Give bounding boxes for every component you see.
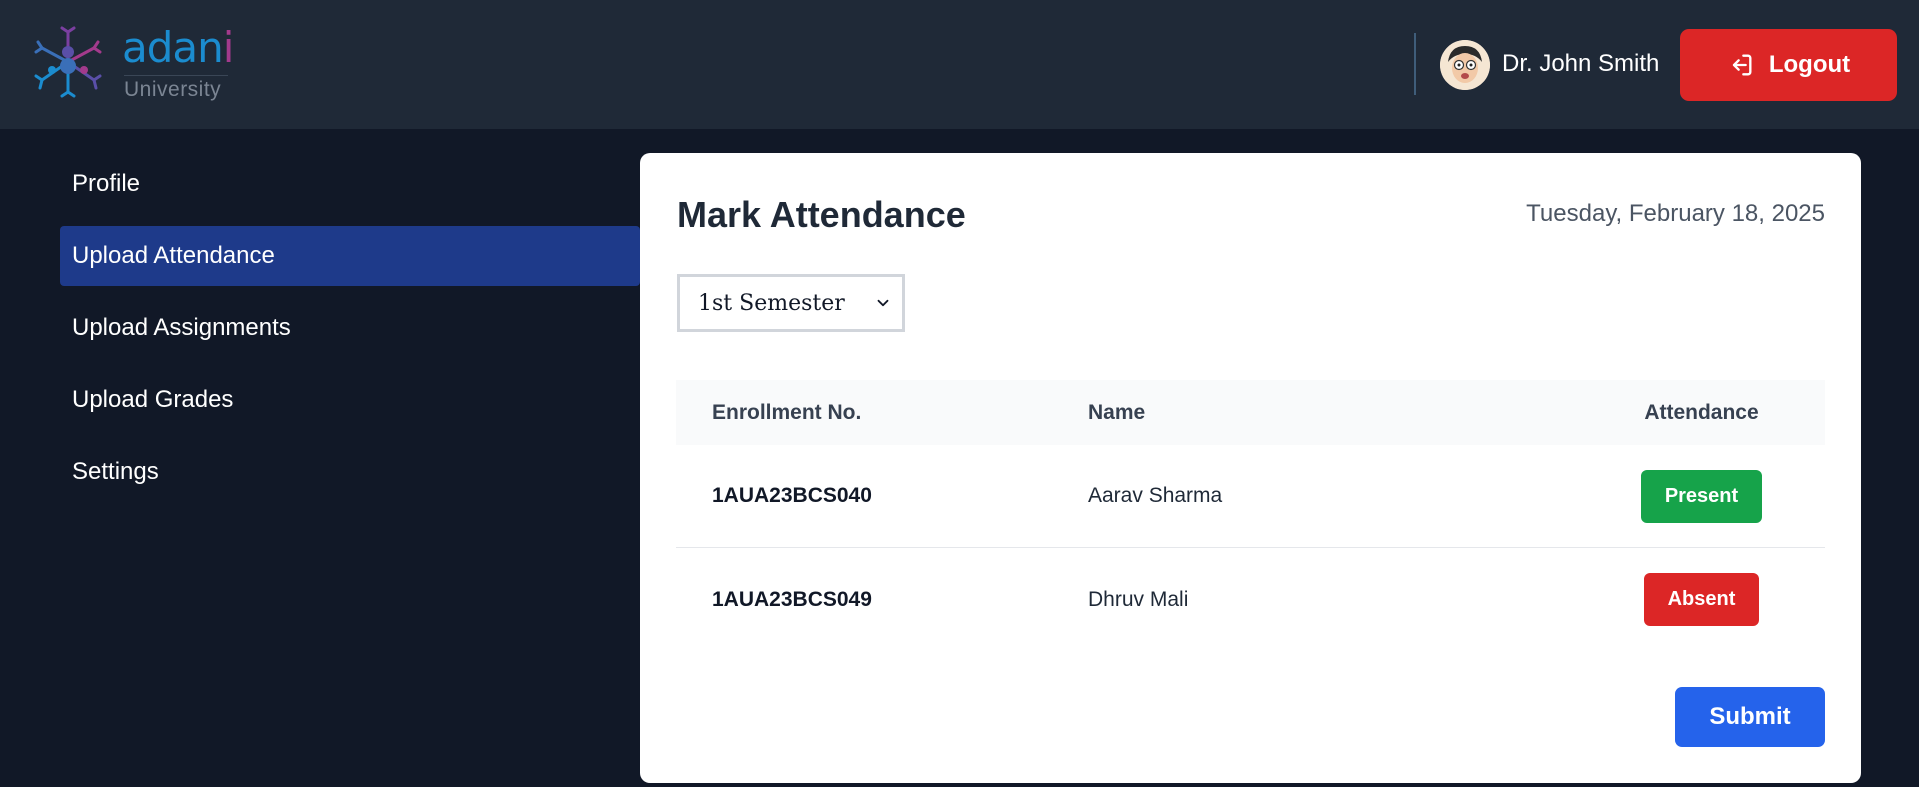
enrollment-cell: 1AUA23BCS049 <box>712 587 872 611</box>
logo-subtitle: University <box>124 78 222 101</box>
name-cell: Dhruv Mali <box>1088 587 1189 611</box>
chevron-down-icon <box>877 299 889 307</box>
submit-button[interactable]: Submit <box>1675 687 1825 747</box>
page-title: Mark Attendance <box>677 194 966 235</box>
attendance-cell: Absent <box>1578 573 1825 626</box>
semester-select[interactable]: 1st Semester <box>677 274 905 332</box>
header-divider <box>1414 33 1416 95</box>
semester-select-value: 1st Semester <box>698 290 845 316</box>
table-row: 1AUA23BCS049 Dhruv Mali Absent <box>676 548 1825 651</box>
logo-mark-icon <box>34 26 102 98</box>
sidebar-item-label: Settings <box>72 458 159 485</box>
user-name: Dr. John Smith <box>1502 50 1660 77</box>
sidebar-item-upload-grades[interactable]: Upload Grades <box>60 370 640 430</box>
attendance-toggle-button[interactable]: Present <box>1640 469 1763 523</box>
column-header-name: Name <box>1088 400 1146 424</box>
sidebar-item-profile[interactable]: Profile <box>60 154 640 214</box>
logout-label: Logout <box>1768 51 1851 78</box>
sidebar-item-upload-assignments[interactable]: Upload Assignments <box>60 298 640 358</box>
logo-word-accent: i <box>222 23 235 72</box>
sidebar-item-upload-attendance[interactable]: Upload Attendance <box>60 226 640 286</box>
logo-wordmark: adani <box>122 23 235 72</box>
sidebar-item-label: Upload Assignments <box>72 314 291 341</box>
attendance-cell: Present <box>1578 469 1825 523</box>
attendance-table: Enrollment No. Name Attendance 1AUA23BCS… <box>676 380 1825 651</box>
sidebar-nav: Profile Upload Attendance Upload Assignm… <box>60 154 640 514</box>
logout-icon <box>1732 54 1752 76</box>
table-header-row: Enrollment No. Name Attendance <box>676 380 1825 445</box>
sidebar-item-label: Upload Grades <box>72 386 234 413</box>
university-logo[interactable]: adani University <box>32 23 235 104</box>
current-date: Tuesday, February 18, 2025 <box>1526 200 1825 227</box>
sidebar-item-label: Profile <box>72 170 141 197</box>
column-header-enrollment: Enrollment No. <box>712 400 862 424</box>
attendance-toggle-button[interactable]: Absent <box>1643 573 1760 626</box>
attendance-card: Mark Attendance Tuesday, February 18, 20… <box>640 153 1861 783</box>
avatar-icon <box>1440 40 1490 90</box>
name-cell: Aarav Sharma <box>1088 484 1223 507</box>
logo-word-main: adan <box>122 23 224 72</box>
avatar[interactable] <box>1440 40 1490 90</box>
sidebar-item-label: Upload Attendance <box>72 242 275 269</box>
enrollment-cell: 1AUA23BCS040 <box>712 484 872 507</box>
column-header-attendance: Attendance <box>1644 400 1759 424</box>
logo-divider <box>124 75 228 76</box>
top-header: adani University Dr. John Smith Logout <box>0 0 1919 129</box>
table-row: 1AUA23BCS040 Aarav Sharma Present <box>676 445 1825 548</box>
sidebar-item-settings[interactable]: Settings <box>60 442 640 502</box>
logout-button[interactable]: Logout <box>1680 29 1897 101</box>
